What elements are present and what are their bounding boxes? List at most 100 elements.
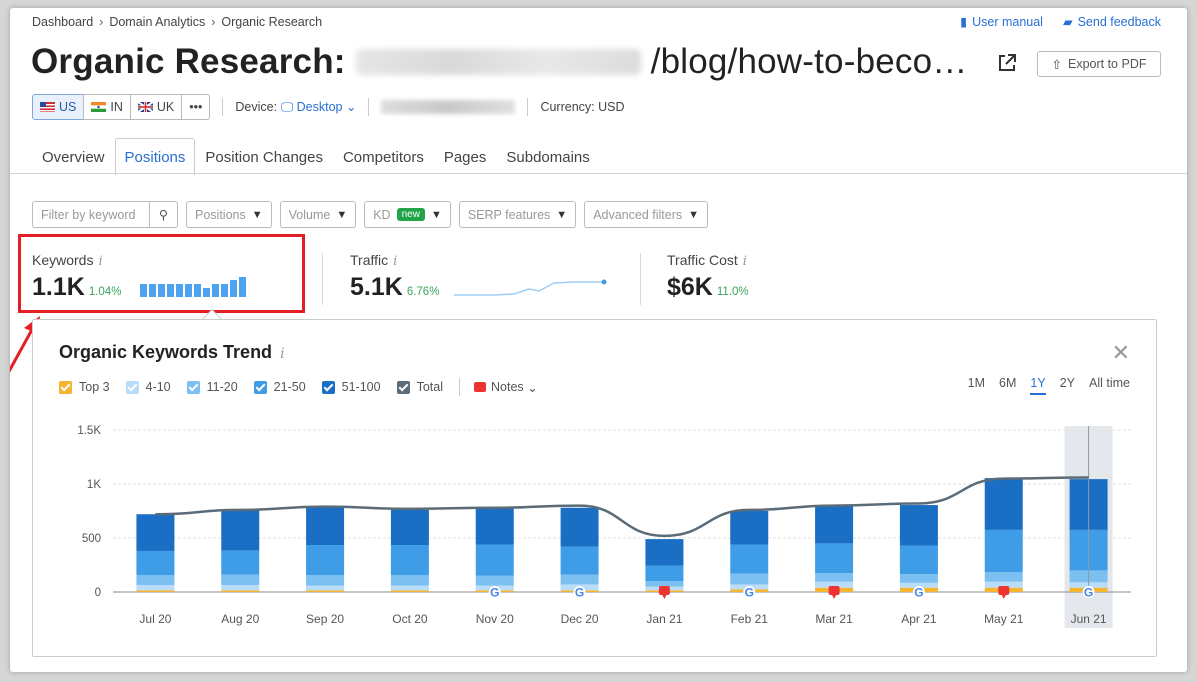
bar-segment xyxy=(815,506,854,544)
notes-dropdown[interactable]: Notes ⌄ xyxy=(474,380,538,395)
book-icon: ▮ xyxy=(960,15,968,29)
google-update-icon: G xyxy=(575,586,584,600)
kd-filter[interactable]: KD new ▼ xyxy=(364,201,451,228)
volume-filter[interactable]: Volume ▼ xyxy=(279,201,357,228)
checkbox[interactable] xyxy=(321,380,335,394)
checkbox[interactable] xyxy=(396,380,410,394)
bar-segment xyxy=(984,572,1023,582)
bar-segment xyxy=(221,509,260,551)
google-update-icon: G xyxy=(914,586,923,600)
checkbox[interactable] xyxy=(186,380,200,394)
db-uk-button[interactable]: UK xyxy=(129,94,183,120)
bar-segment xyxy=(560,507,599,547)
close-icon[interactable]: ✕ xyxy=(1112,340,1130,366)
google-update-icon: G xyxy=(1084,586,1093,600)
tab-competitors[interactable]: Competitors xyxy=(333,138,434,175)
y-tick-label: 1.5K xyxy=(77,425,101,437)
divider xyxy=(322,253,323,305)
chevron-down-icon: ▼ xyxy=(556,208,568,221)
checkbox[interactable] xyxy=(59,380,72,394)
breadcrumb-dashboard[interactable]: Dashboard xyxy=(32,15,93,29)
legend-21-50[interactable]: 21-50 xyxy=(253,380,306,394)
y-tick-label: 0 xyxy=(95,587,101,599)
breadcrumb-domain-analytics[interactable]: Domain Analytics xyxy=(109,15,205,29)
legend-total[interactable]: Total xyxy=(396,380,443,394)
legend-top3[interactable]: Top 3 xyxy=(59,380,110,394)
note-icon xyxy=(658,586,670,595)
monitor-icon: 🖵 xyxy=(281,100,294,114)
info-icon[interactable]: i xyxy=(280,346,284,362)
chevron-down-icon: ▼ xyxy=(688,208,700,221)
legend-11-20[interactable]: 11-20 xyxy=(186,380,238,394)
range-6m[interactable]: 6M xyxy=(999,376,1016,395)
bar-segment xyxy=(730,573,769,585)
more-databases-button[interactable]: ••• xyxy=(181,94,211,120)
tab-positions[interactable]: Positions xyxy=(114,138,196,175)
db-us-button[interactable]: US xyxy=(32,94,85,120)
range-2y[interactable]: 2Y xyxy=(1060,376,1075,395)
checkbox[interactable] xyxy=(125,380,139,394)
tab-pages[interactable]: Pages xyxy=(434,138,497,175)
positions-filter[interactable]: Positions ▼ xyxy=(186,201,272,228)
user-manual-link[interactable]: ▮ User manual xyxy=(960,14,1043,29)
bar-segment xyxy=(645,581,684,587)
keywords-trend-panel: Organic Keywords Trend i ✕ Top 3 4-10 11-… xyxy=(32,319,1157,657)
x-tick-label: Jul 20 xyxy=(139,612,171,626)
device-label: Device: xyxy=(235,100,278,114)
tabs-underline xyxy=(10,173,1187,174)
blurred-field xyxy=(381,100,516,114)
bar-segment xyxy=(221,590,260,592)
traffic-cost-metric[interactable]: Traffic Cost i $6K 11.0% xyxy=(667,252,749,302)
x-tick-label: Jan 21 xyxy=(646,612,682,626)
export-pdf-button[interactable]: ⇧ Export to PDF xyxy=(1037,51,1161,77)
chart-legend: Top 3 4-10 11-20 21-50 51-100 Total Note… xyxy=(59,378,554,396)
info-icon[interactable]: i xyxy=(743,254,747,269)
bar-segment xyxy=(815,543,854,574)
bar-segment xyxy=(390,585,429,591)
range-all-time[interactable]: All time xyxy=(1089,376,1130,395)
tab-position-changes[interactable]: Position Changes xyxy=(195,138,333,175)
tab-overview[interactable]: Overview xyxy=(32,138,115,175)
chat-bubble-icon: ▰ xyxy=(1062,15,1073,29)
keyword-filter-input[interactable]: Filter by keyword ⚲ xyxy=(32,201,178,228)
note-icon xyxy=(1001,595,1006,599)
range-1m[interactable]: 1M xyxy=(968,376,985,395)
bar-segment xyxy=(136,575,175,585)
bar-segment xyxy=(645,565,684,582)
divider xyxy=(368,98,370,116)
tab-subdomains[interactable]: Subdomains xyxy=(496,138,599,175)
note-icon xyxy=(662,595,667,599)
divider xyxy=(222,98,224,116)
highlight-annotation-box xyxy=(18,234,305,313)
traffic-metric[interactable]: Traffic i 5.1K 6.76% xyxy=(350,252,614,302)
search-icon[interactable]: ⚲ xyxy=(149,202,177,227)
bar-segment xyxy=(136,584,175,591)
top-links: ▮ User manual ▰ Send feedback xyxy=(960,14,1161,29)
x-tick-label: Feb 21 xyxy=(731,612,769,626)
external-link-icon[interactable] xyxy=(996,52,1018,74)
info-icon[interactable]: i xyxy=(393,254,397,269)
bar-segment xyxy=(136,590,175,592)
db-in-button[interactable]: IN xyxy=(83,94,131,120)
advanced-filters[interactable]: Advanced filters ▼ xyxy=(584,201,709,228)
range-1y[interactable]: 1Y xyxy=(1030,376,1046,395)
app-window: Dashboard › Domain Analytics › Organic Resea… xyxy=(10,8,1187,672)
breadcrumb-organic-research: Organic Research xyxy=(221,15,323,29)
legend-4-10[interactable]: 4-10 xyxy=(125,380,171,394)
send-feedback-link[interactable]: ▰ Send feedback xyxy=(1063,14,1161,29)
us-flag-icon xyxy=(40,102,55,112)
india-flag-icon xyxy=(91,102,107,112)
device-dropdown[interactable]: 🖵 Desktop ⌄ xyxy=(281,99,356,115)
x-tick-label: Nov 20 xyxy=(476,612,514,626)
checkbox[interactable] xyxy=(253,380,267,394)
x-tick-label: Apr 21 xyxy=(901,612,937,626)
legend-51-100[interactable]: 51-100 xyxy=(321,380,381,394)
x-tick-label: Jun 21 xyxy=(1071,612,1107,626)
filter-bar: Filter by keyword ⚲ Positions ▼ Volume ▼ K… xyxy=(32,201,709,228)
y-tick-label: 1K xyxy=(87,479,101,491)
serp-features-filter[interactable]: SERP features ▼ xyxy=(458,201,577,228)
bar-segment xyxy=(475,575,514,586)
time-range-selector: 1M 6M 1Y 2Y All time xyxy=(968,376,1130,395)
google-update-icon: G xyxy=(745,586,754,600)
bar-segment xyxy=(984,478,1023,530)
